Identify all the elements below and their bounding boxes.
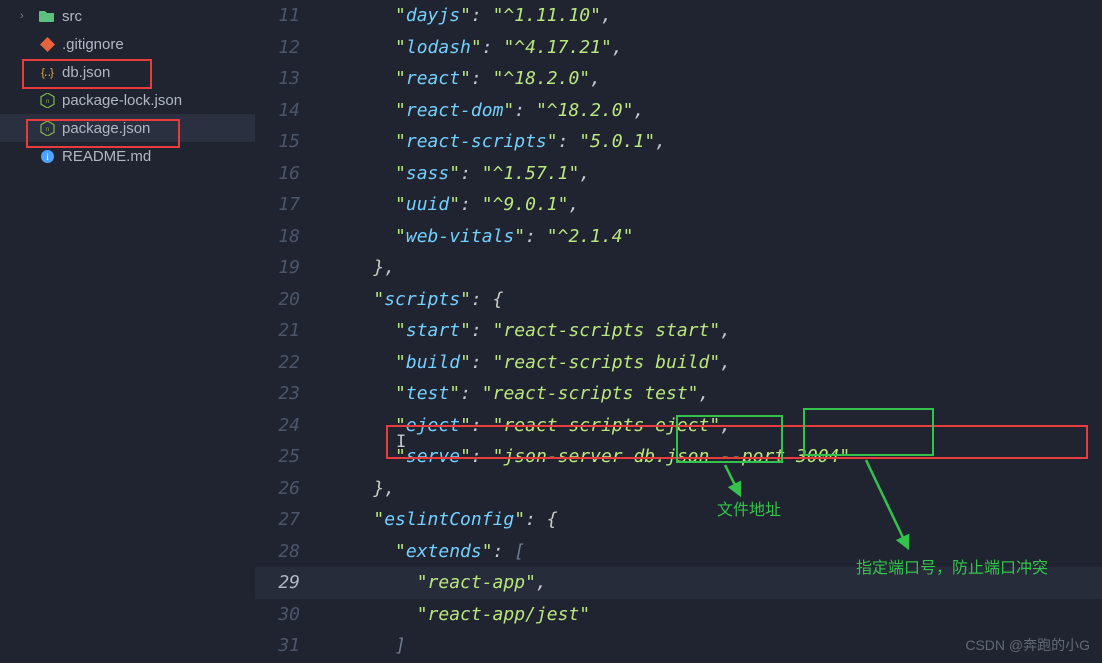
code-line[interactable]: 26 }, — [255, 473, 1102, 505]
line-number: 16 — [255, 163, 330, 184]
code-content[interactable]: "react-scripts": "5.0.1", — [330, 131, 666, 152]
code-content[interactable]: "web-vitals": "^2.1.4" — [330, 226, 633, 247]
code-content[interactable]: "extends": [ — [330, 541, 525, 562]
code-line[interactable]: 27 "eslintConfig": { — [255, 504, 1102, 536]
line-number: 11 — [255, 5, 330, 26]
line-number: 12 — [255, 37, 330, 58]
line-number: 27 — [255, 509, 330, 530]
code-line[interactable]: 23 "test": "react-scripts test", — [255, 378, 1102, 410]
line-number: 30 — [255, 604, 330, 625]
code-line[interactable]: 16 "sass": "^1.57.1", — [255, 158, 1102, 190]
json-icon: {‥} — [38, 63, 56, 81]
file-name: package.json — [62, 120, 150, 137]
line-number: 23 — [255, 383, 330, 404]
line-number: 29 — [255, 572, 330, 593]
code-content[interactable]: "react": "^18.2.0", — [330, 68, 601, 89]
code-content[interactable]: }, — [330, 478, 395, 499]
line-number: 20 — [255, 289, 330, 310]
line-number: 24 — [255, 415, 330, 436]
line-number: 15 — [255, 131, 330, 152]
line-number: 13 — [255, 68, 330, 89]
annotation-label-file: 文件地址 — [717, 496, 781, 520]
code-content[interactable]: "sass": "^1.57.1", — [330, 163, 590, 184]
code-content[interactable]: "react-app", — [330, 572, 547, 593]
file-item-package-json[interactable]: n package.json — [0, 114, 255, 142]
file-item-src[interactable]: ›src — [0, 2, 255, 30]
code-content[interactable]: "lodash": "^4.17.21", — [330, 37, 623, 58]
file-item--gitignore[interactable]: .gitignore — [0, 30, 255, 58]
code-content[interactable]: "dayjs": "^1.11.10", — [330, 5, 612, 26]
line-number: 18 — [255, 226, 330, 247]
git-icon — [38, 35, 56, 53]
info-icon: i — [38, 147, 56, 165]
line-number: 19 — [255, 257, 330, 278]
line-number: 17 — [255, 194, 330, 215]
code-line[interactable]: 20 "scripts": { — [255, 284, 1102, 316]
watermark: CSDN @奔跑的小G — [965, 635, 1090, 655]
code-content[interactable]: "build": "react-scripts build", — [330, 352, 731, 373]
code-line[interactable]: 13 "react": "^18.2.0", — [255, 63, 1102, 95]
line-number: 14 — [255, 100, 330, 121]
code-content[interactable]: "eject": "react-scripts eject", — [330, 415, 731, 436]
annotation-label-port: 指定端口号，防止端口冲突 — [856, 554, 1048, 578]
file-name: .gitignore — [62, 36, 124, 53]
file-name: README.md — [62, 148, 151, 165]
line-number: 31 — [255, 635, 330, 656]
npm-icon: n — [38, 91, 56, 109]
line-number: 22 — [255, 352, 330, 373]
code-content[interactable]: }, — [330, 257, 395, 278]
code-editor[interactable]: 11 "dayjs": "^1.11.10",12 "lodash": "^4.… — [255, 0, 1102, 663]
code-content[interactable]: "test": "react-scripts test", — [330, 383, 709, 404]
file-item-README-md[interactable]: i README.md — [0, 142, 255, 170]
code-line[interactable]: 30 "react-app/jest" — [255, 599, 1102, 631]
line-number: 25 — [255, 446, 330, 467]
line-number: 26 — [255, 478, 330, 499]
code-content[interactable]: "uuid": "^9.0.1", — [330, 194, 579, 215]
file-item-package-lock-json[interactable]: n package-lock.json — [0, 86, 255, 114]
code-content[interactable]: "serve": "json-server db.json --port 300… — [330, 446, 850, 467]
code-line[interactable]: 22 "build": "react-scripts build", — [255, 347, 1102, 379]
npm-icon: n — [38, 119, 56, 137]
code-content[interactable]: "start": "react-scripts start", — [330, 320, 731, 341]
line-number: 28 — [255, 541, 330, 562]
code-line[interactable]: 15 "react-scripts": "5.0.1", — [255, 126, 1102, 158]
code-line[interactable]: 21 "start": "react-scripts start", — [255, 315, 1102, 347]
file-name: db.json — [62, 64, 110, 81]
code-content[interactable]: "react-app/jest" — [330, 604, 590, 625]
line-number: 21 — [255, 320, 330, 341]
code-content[interactable]: "scripts": { — [330, 289, 503, 310]
code-line[interactable]: 19 }, — [255, 252, 1102, 284]
code-content[interactable]: ] — [330, 635, 406, 656]
code-line[interactable]: 11 "dayjs": "^1.11.10", — [255, 0, 1102, 32]
code-line[interactable]: 12 "lodash": "^4.17.21", — [255, 32, 1102, 64]
folder-icon — [38, 7, 56, 25]
code-line[interactable]: 17 "uuid": "^9.0.1", — [255, 189, 1102, 221]
svg-text:n: n — [45, 99, 48, 105]
file-explorer[interactable]: ›src .gitignore {‥} db.json n package-lock.js… — [0, 0, 255, 663]
file-name: src — [62, 8, 82, 25]
file-name: package-lock.json — [62, 92, 182, 109]
code-line[interactable]: 25 "serve": "json-server db.json --port … — [255, 441, 1102, 473]
code-content[interactable]: "react-dom": "^18.2.0", — [330, 100, 644, 121]
svg-text:n: n — [45, 127, 48, 133]
code-line[interactable]: 14 "react-dom": "^18.2.0", — [255, 95, 1102, 127]
code-content[interactable]: "eslintConfig": { — [330, 509, 558, 530]
code-line[interactable]: 24 "eject": "react-scripts eject", — [255, 410, 1102, 442]
file-item-db-json[interactable]: {‥} db.json — [0, 58, 255, 86]
text-cursor: 𝙸 — [396, 432, 406, 452]
code-line[interactable]: 18 "web-vitals": "^2.1.4" — [255, 221, 1102, 253]
